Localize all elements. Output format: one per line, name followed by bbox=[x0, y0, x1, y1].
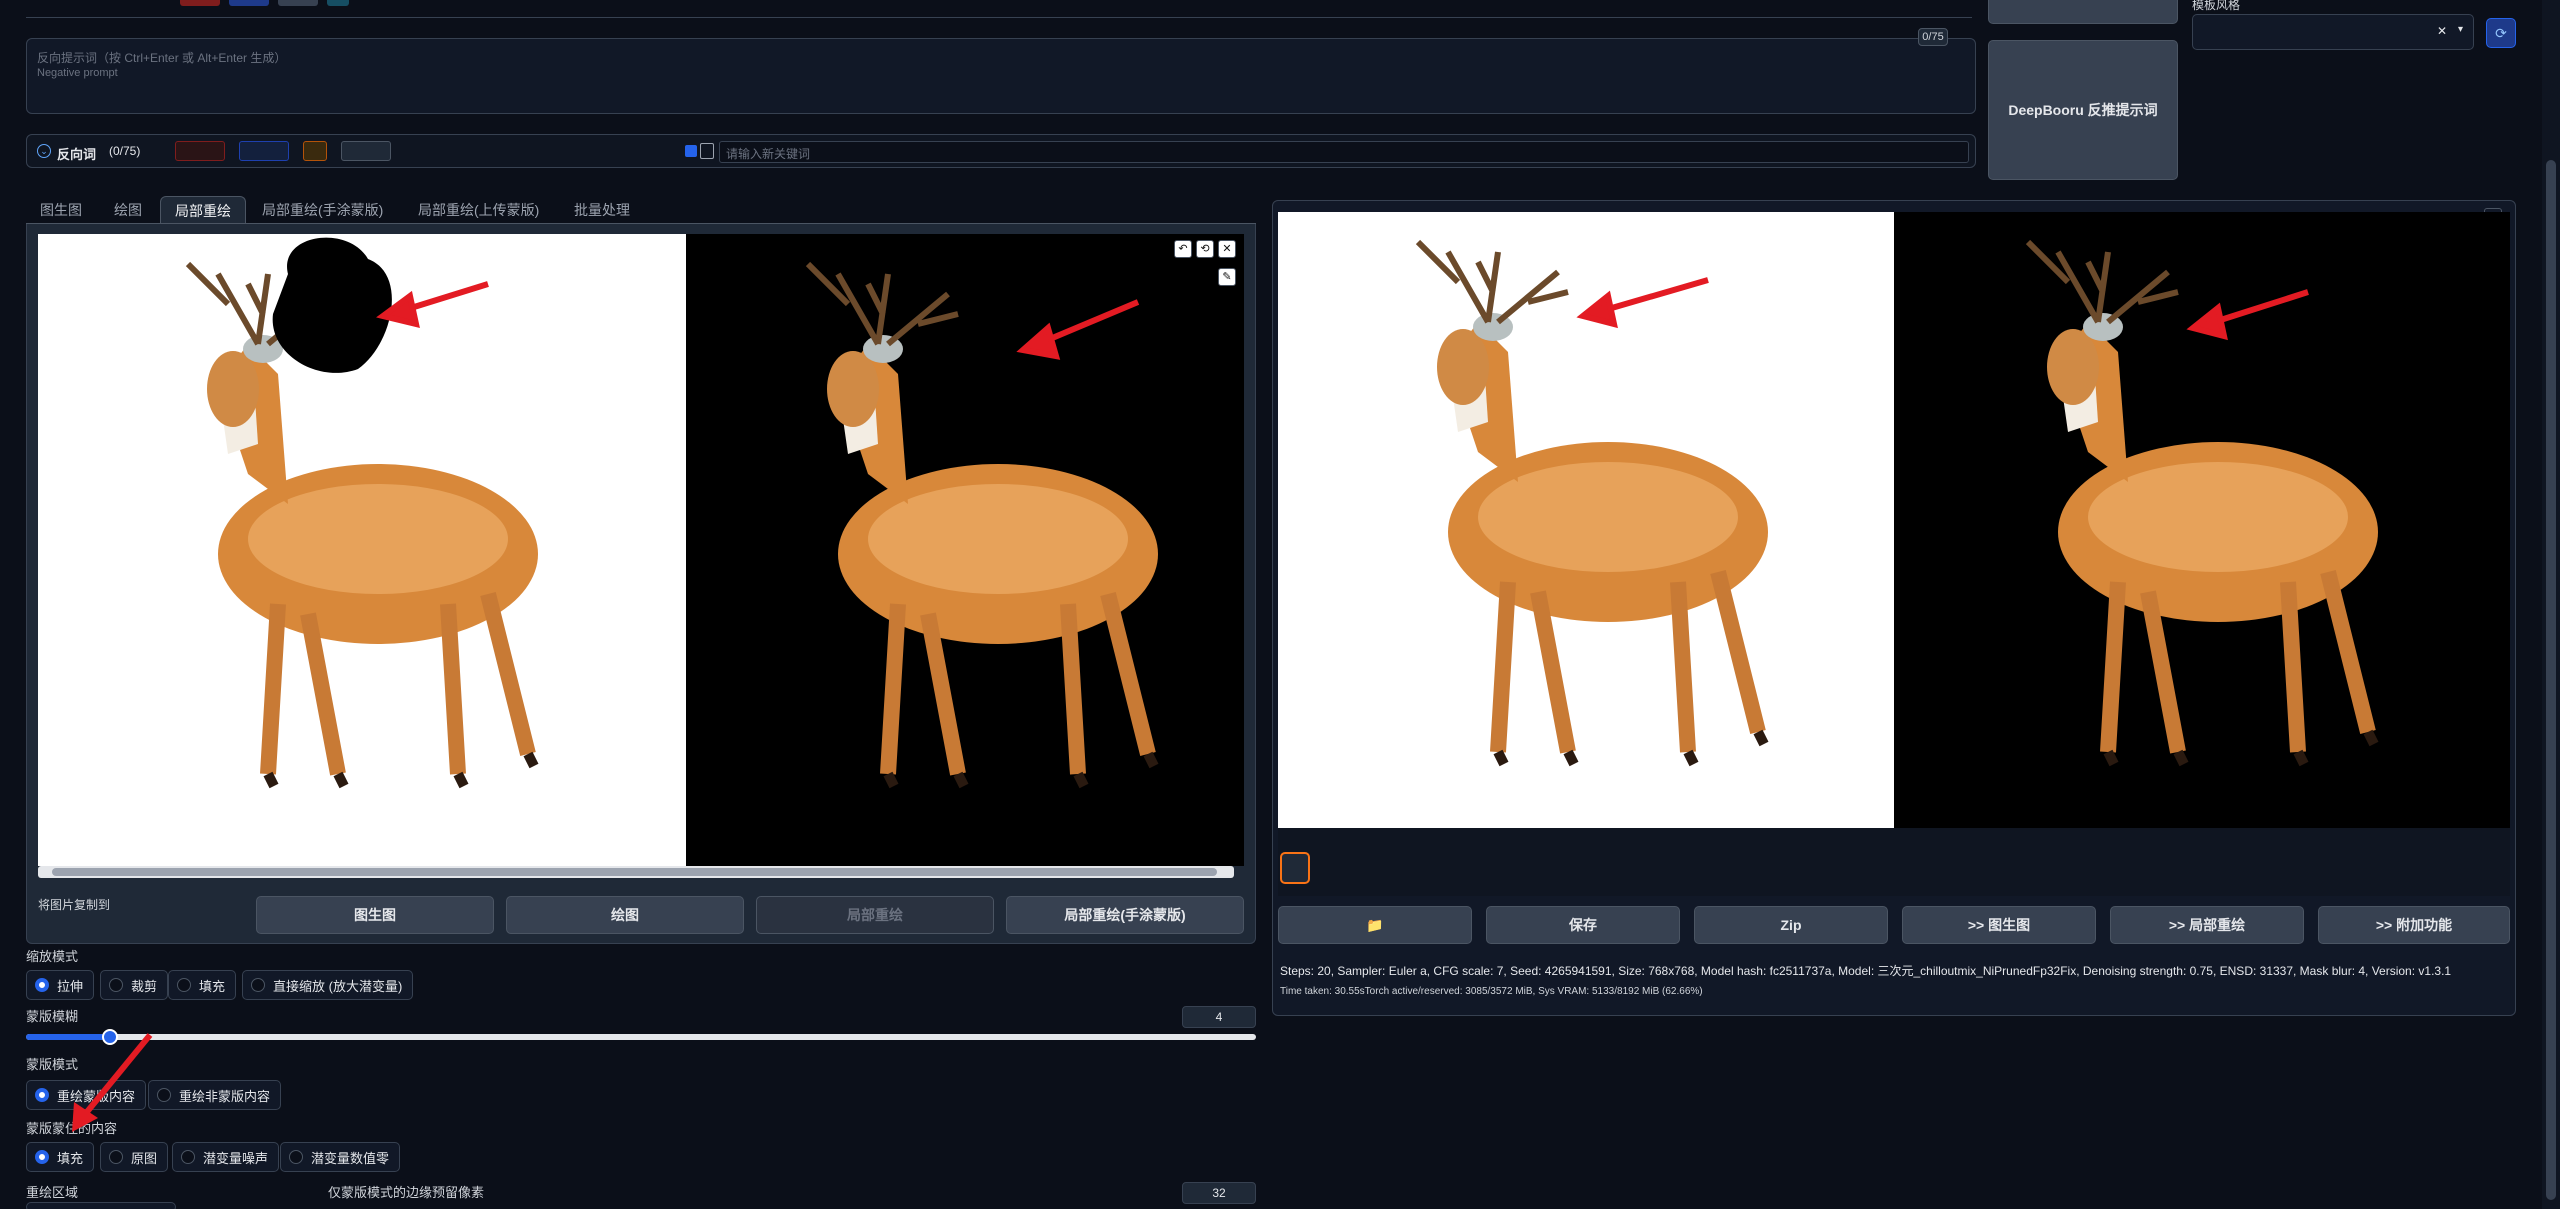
option-label: 直接缩放 (放大潜变量) bbox=[273, 978, 403, 994]
radio-dot[interactable] bbox=[35, 1150, 49, 1164]
radio-dot[interactable] bbox=[35, 1088, 49, 1102]
inpaint-canvas[interactable] bbox=[38, 234, 1244, 866]
send-to-inpaint-button[interactable]: >> 局部重绘 bbox=[2110, 906, 2304, 944]
negative-prompt-placeholder-en: Negative prompt bbox=[37, 67, 118, 79]
masked-content-latent-nothing[interactable]: 潜变量数值零 bbox=[280, 1142, 401, 1172]
tab-inpaint-upload[interactable]: 局部重绘(上传蒙版) bbox=[404, 196, 553, 224]
canvas-undo-icon[interactable]: ↶ bbox=[1174, 240, 1192, 258]
radio-dot[interactable] bbox=[109, 1150, 123, 1164]
masked-content-original[interactable]: 原图 bbox=[100, 1142, 169, 1172]
output-thumbnail-strip bbox=[1278, 828, 2510, 896]
mask-blur-label: 蒙版模糊 bbox=[26, 1009, 79, 1024]
output-image[interactable] bbox=[1278, 212, 2510, 828]
send-to-img2img-button[interactable]: >> 图生图 bbox=[1902, 906, 2096, 944]
scrollbar-thumb[interactable] bbox=[52, 868, 1217, 876]
new-keyword-input[interactable]: 请输入新关键词 bbox=[719, 141, 1969, 163]
output-deer-image[interactable] bbox=[1278, 212, 2510, 828]
option-label: 原图 bbox=[131, 1150, 158, 1166]
resize-mode-label: 缩放模式 bbox=[26, 949, 79, 964]
deepbooru-button[interactable]: DeepBooru 反推提示词 bbox=[1988, 40, 2178, 180]
negative-prompt-box[interactable]: 反向提示词（按 Ctrl+Enter 或 Alt+Enter 生成） Negat… bbox=[26, 38, 1976, 114]
zip-button[interactable]: Zip bbox=[1694, 906, 1888, 944]
masked-content-latent-noise[interactable]: 潜变量噪声 bbox=[172, 1142, 280, 1172]
chevron-down-icon[interactable]: ▾ bbox=[2458, 24, 2463, 35]
negative-section-count: (0/75) bbox=[109, 144, 141, 158]
refresh-styles-button[interactable]: ⟳ bbox=[2486, 18, 2516, 48]
folder-icon: 📁 bbox=[1366, 916, 1384, 933]
resize-mode-latent[interactable]: 直接缩放 (放大潜变量) bbox=[242, 970, 414, 1000]
option-label: 填充 bbox=[57, 1150, 84, 1166]
copy-to-label: 将图片复制到 bbox=[38, 898, 111, 912]
inpaint-area-label: 重绘区域 bbox=[26, 1185, 79, 1200]
resize-mode-fill[interactable]: 填充 bbox=[168, 970, 237, 1000]
import-tags-icon[interactable] bbox=[239, 141, 289, 161]
tab-img2img[interactable]: 图生图 bbox=[26, 196, 96, 224]
only-masked-padding-value[interactable]: 32 bbox=[1182, 1182, 1256, 1204]
style-select[interactable]: ✕ ▾ bbox=[2192, 14, 2474, 50]
copy-to-inpaint-button[interactable]: 局部重绘 bbox=[756, 896, 994, 934]
canvas-scrollbar[interactable] bbox=[38, 866, 1234, 878]
brush-icon[interactable]: ✎ bbox=[1218, 268, 1236, 286]
mask-blur-value[interactable]: 4 bbox=[1182, 1006, 1256, 1028]
radio-dot[interactable] bbox=[251, 978, 265, 992]
option-label: 填充 bbox=[199, 978, 226, 994]
open-folder-button[interactable]: 📁 bbox=[1278, 906, 1472, 944]
tab-label: 图生图 bbox=[40, 202, 82, 218]
deer-canvas-image[interactable] bbox=[38, 234, 1244, 866]
radio-dot[interactable] bbox=[35, 978, 49, 992]
radio-dot[interactable] bbox=[109, 978, 123, 992]
favorite-tags-icon[interactable] bbox=[303, 141, 327, 161]
option-label: 拉伸 bbox=[57, 978, 84, 994]
style-clear-icon[interactable]: ✕ bbox=[2437, 24, 2447, 38]
canvas-close-icon[interactable]: ✕ bbox=[1218, 240, 1236, 258]
negative-token-counter: 0/75 bbox=[1918, 28, 1948, 46]
page-scrollbar[interactable] bbox=[2542, 0, 2560, 1209]
tag-input-icon bbox=[700, 143, 714, 159]
only-masked-padding-label: 仅蒙版模式的边缘预留像素 bbox=[328, 1185, 485, 1200]
tab-batch[interactable]: 批量处理 bbox=[560, 196, 644, 224]
radio-dot[interactable] bbox=[181, 1150, 195, 1164]
resize-mode-crop[interactable]: 裁剪 bbox=[100, 970, 169, 1000]
save-button[interactable]: 保存 bbox=[1486, 906, 1680, 944]
negative-prompt-placeholder: 反向提示词（按 Ctrl+Enter 或 Alt+Enter 生成） bbox=[37, 51, 287, 65]
tab-label: 局部重绘 bbox=[175, 202, 231, 219]
resize-mode-stretch[interactable]: 拉伸 bbox=[26, 970, 95, 1000]
new-keyword-placeholder: 请输入新关键词 bbox=[726, 147, 811, 161]
chevron-down-icon[interactable]: ⌄ bbox=[37, 144, 51, 158]
top-toolbar-icons bbox=[180, 0, 440, 10]
generation-info: Steps: 20, Sampler: Euler a, CFG scale: … bbox=[1280, 964, 2452, 978]
copy-to-sketch-button[interactable]: 绘图 bbox=[506, 896, 744, 934]
style-label: 模板风格 bbox=[2192, 0, 2241, 12]
send-to-extras-button[interactable]: >> 附加功能 bbox=[2318, 906, 2510, 944]
mask-blur-slider[interactable] bbox=[26, 1029, 1256, 1045]
negative-tag-section: ⌄ 反向词 (0/75) 请输入新关键词 bbox=[26, 134, 1976, 168]
interrogate-partial-button[interactable] bbox=[1988, 0, 2178, 24]
time-info: Time taken: 30.55sTorch active/reserved:… bbox=[1280, 986, 1703, 997]
tag-checkbox[interactable] bbox=[685, 145, 697, 157]
tab-label: 批量处理 bbox=[574, 202, 630, 218]
page-scrollbar-thumb[interactable] bbox=[2546, 160, 2556, 1200]
red-arrow-3 bbox=[72, 1033, 153, 1132]
tab-inpaint[interactable]: 局部重绘 bbox=[160, 196, 246, 224]
inpaint-area-chips[interactable] bbox=[26, 1202, 176, 1209]
tab-label: 局部重绘(上传蒙版) bbox=[418, 202, 540, 218]
option-label: 潜变量噪声 bbox=[203, 1150, 269, 1166]
masked-content-fill[interactable]: 填充 bbox=[26, 1142, 95, 1172]
copy-to-inpaint-sketch-button[interactable]: 局部重绘(手涂蒙版) bbox=[1006, 896, 1244, 934]
output-thumbnail[interactable] bbox=[1280, 852, 1310, 884]
negative-section-label: 反向词 bbox=[57, 147, 97, 162]
copy-to-img2img-button[interactable]: 图生图 bbox=[256, 896, 494, 934]
radio-dot[interactable] bbox=[177, 978, 191, 992]
option-label: 裁剪 bbox=[131, 978, 158, 994]
tab-sketch[interactable]: 绘图 bbox=[100, 196, 156, 224]
radio-dot[interactable] bbox=[289, 1150, 303, 1164]
clear-tags-icon[interactable] bbox=[175, 141, 225, 161]
tab-inpaint-sketch[interactable]: 局部重绘(手涂蒙版) bbox=[248, 196, 397, 224]
option-label: 潜变量数值零 bbox=[311, 1150, 390, 1166]
canvas-reset-icon[interactable]: ⟲ bbox=[1196, 240, 1214, 258]
copy-delete-tags-icon[interactable] bbox=[341, 141, 391, 161]
tab-label: 绘图 bbox=[114, 202, 142, 218]
tab-label: 局部重绘(手涂蒙版) bbox=[262, 202, 384, 218]
